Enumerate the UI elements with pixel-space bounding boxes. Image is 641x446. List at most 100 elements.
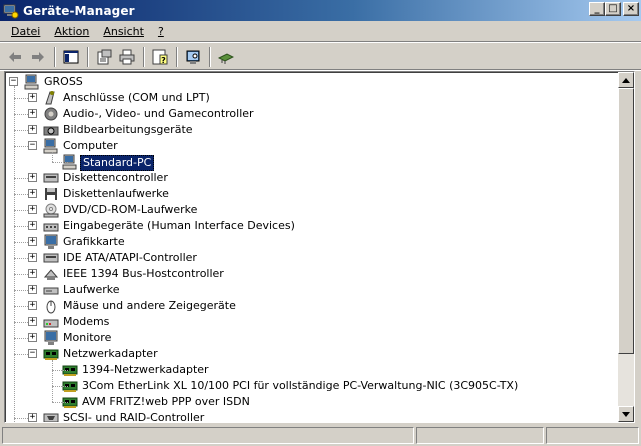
expand-icon[interactable]: + — [28, 317, 37, 326]
tree-item-netzwerkadapter[interactable]: − Netzwerkadapter — [5, 346, 617, 362]
scan-hardware-button[interactable] — [182, 46, 204, 68]
tree-item-label: SCSI- und RAID-Controller — [63, 411, 205, 423]
tree-item-laufwerke[interactable]: + Laufwerke — [5, 282, 617, 298]
expand-icon[interactable]: + — [28, 205, 37, 214]
tree-line — [14, 178, 28, 179]
back-arrow-icon — [9, 51, 21, 62]
expand-icon[interactable]: + — [28, 173, 37, 182]
controller-icon — [43, 170, 59, 186]
tree-item-label: Laufwerke — [63, 283, 120, 296]
tree-item-label: Mäuse und andere Zeigegeräte — [63, 299, 236, 312]
menu-aktion[interactable]: Aktion — [47, 25, 96, 38]
tree-line — [14, 258, 28, 259]
tree-item-3com-etherlink-xl-10-100-pci-f-r-vollst-[interactable]: 3Com EtherLink XL 10/100 PCI für vollstä… — [5, 378, 617, 394]
tree-item-scsi-und-raid-controller[interactable]: + SCSI- und RAID-Controller — [5, 410, 617, 423]
expand-icon[interactable]: + — [28, 221, 37, 230]
tree-item-label: Netzwerkadapter — [63, 347, 158, 360]
expand-icon[interactable]: + — [28, 237, 37, 246]
tree-line — [52, 360, 53, 402]
device-tree-panel: − GROSS + Anschlüsse (COM und LPT) + Audio-, … — [4, 71, 635, 423]
properties-button[interactable] — [93, 46, 115, 68]
expand-icon[interactable]: + — [28, 125, 37, 134]
vertical-scrollbar[interactable] — [618, 72, 634, 422]
minimize-button[interactable]: _ — [589, 2, 605, 16]
tree-line — [14, 338, 28, 339]
modem-icon — [43, 314, 59, 330]
expand-icon[interactable]: + — [28, 189, 37, 198]
tree-item-m-use-und-andere-zeigeger-te[interactable]: + Mäuse und andere Zeigegeräte — [5, 298, 617, 314]
maximize-button[interactable]: □ — [605, 2, 621, 16]
tree-item-gross[interactable]: − GROSS — [5, 74, 617, 90]
forward-button[interactable] — [27, 46, 49, 68]
tree-item-modems[interactable]: + Modems — [5, 314, 617, 330]
scan-hardware-icon — [186, 50, 200, 64]
back-button[interactable] — [4, 46, 26, 68]
tree-item-audio-video-und-gamecontroller[interactable]: + Audio-, Video- und Gamecontroller — [5, 106, 617, 122]
tree-item-ide-ata-atapi-controller[interactable]: + IDE ATA/ATAPI-Controller — [5, 250, 617, 266]
close-button[interactable]: × — [623, 2, 639, 16]
collapse-icon[interactable]: − — [28, 349, 37, 358]
tree-item-label: Anschlüsse (COM und LPT) — [63, 91, 210, 104]
tree-item-1394-netzwerkadapter[interactable]: 1394-Netzwerkadapter — [5, 362, 617, 378]
console-tree-button[interactable] — [60, 46, 82, 68]
tree-item-dvd-cd-rom-laufwerke[interactable]: + DVD/CD-ROM-Laufwerke — [5, 202, 617, 218]
tree-item-diskettencontroller[interactable]: + Diskettencontroller — [5, 170, 617, 186]
controller-icon — [43, 250, 59, 266]
tree-item-label: AVM FRITZ!web PPP over ISDN — [82, 395, 250, 408]
menu-bar: Datei Aktion Ansicht ? — [0, 22, 641, 42]
tree-item-diskettenlaufwerke[interactable]: + Diskettenlaufwerke — [5, 186, 617, 202]
tree-item-grafikkarte[interactable]: + Grafikkarte — [5, 234, 617, 250]
device-tree: − GROSS + Anschlüsse (COM und LPT) + Audio-, … — [5, 72, 619, 422]
scroll-down-button[interactable] — [618, 406, 634, 422]
tree-item-eingabeger-te-human-interface-devices[interactable]: + Eingabegeräte (Human Interface Devices) — [5, 218, 617, 234]
tree-item-anschl-sse-com-und-lpt[interactable]: + Anschlüsse (COM und LPT) — [5, 90, 617, 106]
tree-line — [14, 194, 28, 195]
network-card-icon — [43, 346, 59, 362]
menu-ansicht[interactable]: Ansicht — [96, 25, 151, 38]
device-manager-window: Geräte-Manager _ □ × Datei Aktion Ansich… — [0, 0, 641, 446]
properties-icon — [97, 49, 112, 64]
tree-item-computer[interactable]: − Computer — [5, 138, 617, 154]
tree-item-bildbearbeitungsger-te[interactable]: + Bildbearbeitungsgeräte — [5, 122, 617, 138]
expand-icon[interactable]: + — [28, 413, 37, 422]
expand-icon[interactable]: + — [28, 253, 37, 262]
tree-line — [14, 354, 28, 355]
tree-item-label: 1394-Netzwerkadapter — [82, 363, 209, 376]
tree-item-label: GROSS — [44, 75, 83, 88]
tree-item-standard-pc[interactable]: Standard-PC — [5, 154, 617, 171]
status-panel — [546, 427, 639, 444]
expand-icon[interactable]: + — [28, 333, 37, 342]
expand-icon[interactable]: + — [28, 301, 37, 310]
expand-icon[interactable]: + — [28, 93, 37, 102]
tree-item-ieee-1394-bus-hostcontroller[interactable]: + IEEE 1394 Bus-Hostcontroller — [5, 266, 617, 282]
menu-help[interactable]: ? — [151, 25, 171, 38]
tree-item-label: Audio-, Video- und Gamecontroller — [63, 107, 254, 120]
tree-item-label: IDE ATA/ATAPI-Controller — [63, 251, 197, 264]
tree-item-avm-fritz-web-ppp-over-isdn[interactable]: AVM FRITZ!web PPP over ISDN — [5, 394, 617, 410]
tree-line — [14, 86, 15, 422]
monitor-icon — [43, 234, 59, 250]
driver-update-button[interactable] — [215, 46, 237, 68]
collapse-icon[interactable]: − — [9, 77, 18, 86]
collapse-icon[interactable]: − — [28, 141, 37, 150]
title-bar[interactable]: Geräte-Manager _ □ × — [0, 0, 641, 21]
expand-icon[interactable]: + — [28, 109, 37, 118]
port-icon — [43, 90, 59, 106]
tree-item-label: DVD/CD-ROM-Laufwerke — [63, 203, 198, 216]
tree-line — [52, 370, 68, 371]
scroll-thumb[interactable] — [618, 88, 634, 354]
tree-item-monitore[interactable]: + Monitore — [5, 330, 617, 346]
menu-datei[interactable]: Datei — [4, 25, 47, 38]
scroll-up-button[interactable] — [618, 72, 634, 88]
tree-line — [52, 402, 68, 403]
expand-icon[interactable]: + — [28, 285, 37, 294]
help-icon: ? — [152, 49, 168, 65]
tree-item-label: Standard-PC — [80, 155, 155, 171]
print-button[interactable] — [116, 46, 138, 68]
tree-item-label: Grafikkarte — [63, 235, 125, 248]
expand-icon[interactable]: + — [28, 269, 37, 278]
tree-line — [14, 274, 28, 275]
help-button[interactable]: ? — [149, 46, 171, 68]
maximize-icon: □ — [608, 3, 618, 14]
tree-line — [14, 210, 28, 211]
